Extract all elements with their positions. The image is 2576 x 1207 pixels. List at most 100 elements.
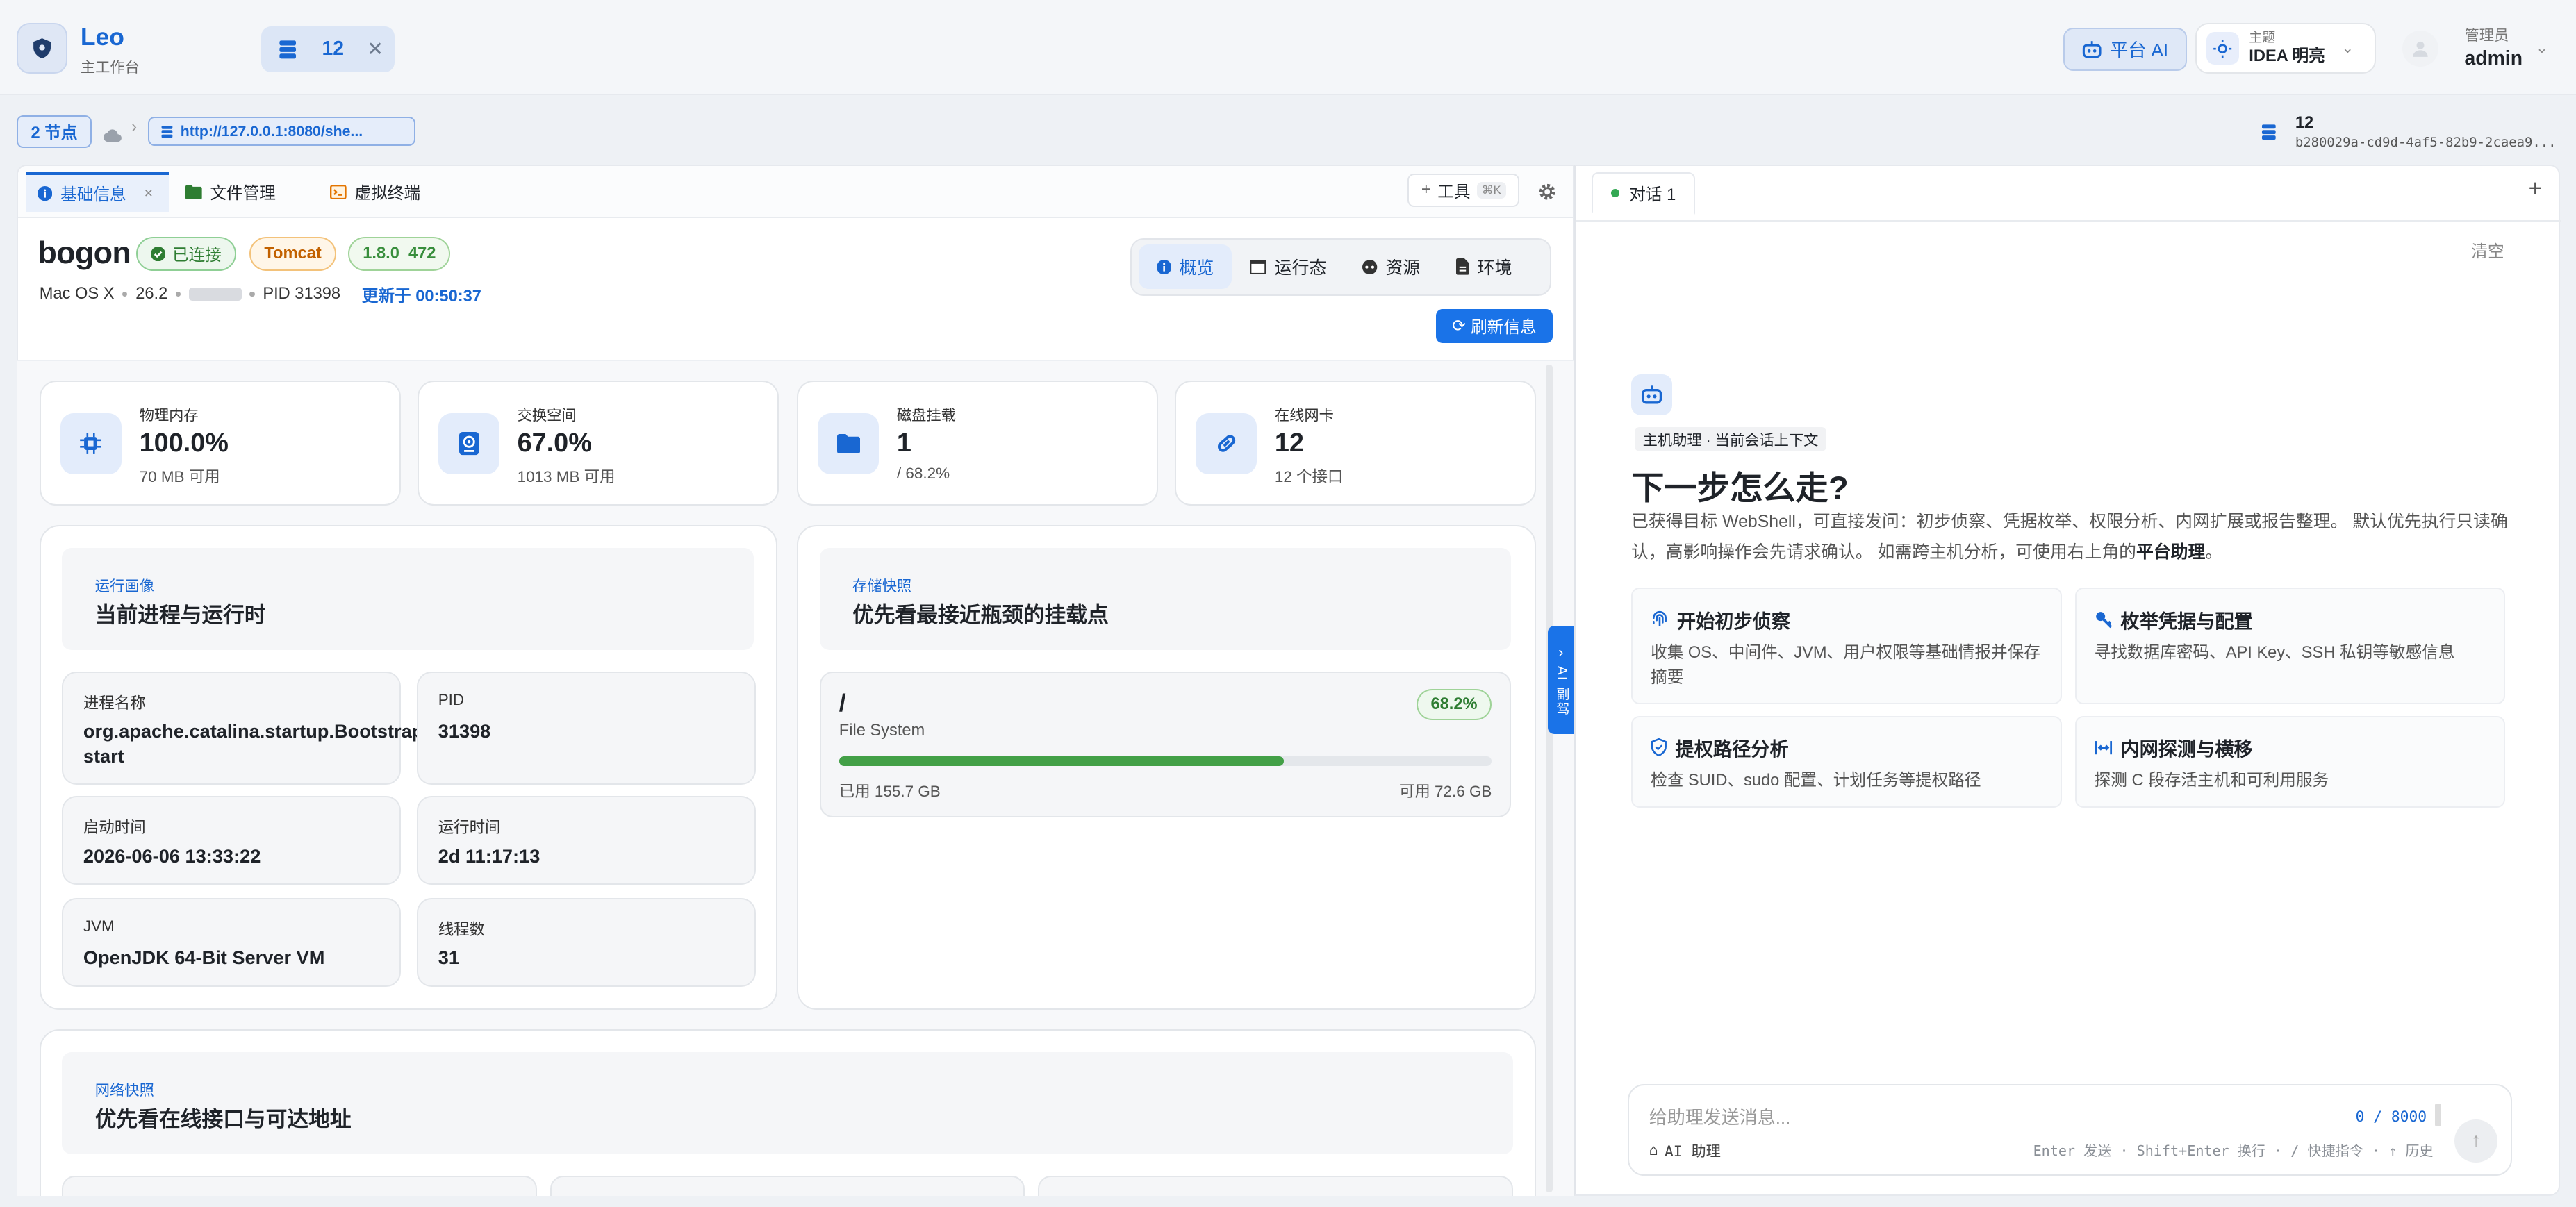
gear-icon[interactable] (1537, 178, 1557, 208)
chat-tab[interactable]: 对话 1 (1592, 172, 1696, 215)
session-close-icon[interactable]: ✕ (367, 38, 383, 61)
theme-value: IDEA 明亮 (2249, 47, 2325, 65)
terminal-icon (329, 184, 347, 199)
tab-basic-info[interactable]: 基础信息 × (26, 172, 170, 212)
stat-label: 在线网卡 (1274, 407, 1334, 424)
disk-free: 可用 72.6 GB (1398, 783, 1492, 801)
suggestion-desc: 寻找数据库密码、API Key、SSH 私钥等敏感信息 (2094, 643, 2455, 662)
suggestion-title: 内网探测与横移 (2120, 738, 2253, 760)
field-value: 2026-06-06 13:33:22 (83, 844, 261, 867)
tab-file-manager[interactable]: 文件管理 (174, 172, 287, 212)
stat-label: 物理内存 (139, 407, 199, 424)
pid-text: PID 31398 (263, 285, 341, 303)
theme-selector[interactable]: 主题 IDEA 明亮 ⌄ (2195, 23, 2376, 74)
suggestion-lateral[interactable]: 内网探测与横移 探测 C 段存活主机和可利用服务 (2074, 715, 2506, 808)
field-start-time: 启动时间 2026-06-06 13:33:22 (62, 796, 401, 885)
suggestion-credentials[interactable]: 枚举凭据与配置 寻找数据库密码、API Key、SSH 私钥等敏感信息 (2074, 588, 2506, 705)
suggestion-recon[interactable]: 开始初步侦察 收集 OS、中间件、JVM、用户权限等基础情报并保存摘要 (1631, 588, 2062, 705)
stat-value: 100.0% (139, 428, 229, 458)
view-resources[interactable]: 资源 (1344, 244, 1438, 289)
key-icon (2095, 612, 2112, 629)
user-role: 管理员 (2464, 27, 2509, 44)
chevron-right-icon: › (1558, 643, 1565, 660)
stat-sub: / 68.2% (896, 464, 950, 482)
os-name: Mac OS X (39, 285, 115, 303)
file-icon (1456, 258, 1469, 276)
session-tab[interactable]: 12 ✕ (261, 26, 395, 73)
window-icon (1250, 259, 1266, 274)
overview-content: 物理内存 100.0% 70 MB 可用 交换空间 67.0% 1013 MB … (16, 359, 1574, 1196)
view-runtime[interactable]: 运行态 (1232, 244, 1344, 289)
tab-virtual-terminal[interactable]: 虚拟终端 (318, 172, 431, 212)
clear-chat-button[interactable]: 清空 (2471, 238, 2504, 262)
send-arrow-icon[interactable]: ↑ (2454, 1119, 2497, 1163)
folder-icon (185, 185, 202, 199)
scrollbar[interactable] (1546, 365, 1553, 1192)
field-label: PID (438, 690, 465, 708)
session-id: 12 (2295, 113, 2314, 132)
view-environment[interactable]: 环境 (1438, 244, 1530, 289)
suggestion-privesc[interactable]: 提权路径分析 检查 SUID、sudo 配置、计划任务等提权路径 (1631, 715, 2062, 808)
ai-copilot-toggle[interactable]: › AI 副驾 (1547, 626, 1576, 735)
network-item (1038, 1175, 1513, 1196)
platform-assistant-link[interactable]: 平台助理 (2136, 543, 2205, 562)
assistant-mode[interactable]: ⌂ AI 助理 (1649, 1140, 1721, 1161)
field-label: JVM (83, 917, 115, 935)
url-text: http://127.0.0.1:8080/she... (180, 122, 363, 140)
tools-label: 工具 (1437, 183, 1471, 201)
tab-bar: 基础信息 × 文件管理 虚拟终端 + 工具 ⌘K (17, 165, 1573, 219)
chevron-down-icon: ⌄ (2535, 40, 2548, 57)
check-circle-icon (151, 246, 166, 262)
add-chat-button[interactable]: + (2529, 176, 2542, 202)
app-title: Leo (80, 23, 124, 51)
user-name: admin (2464, 47, 2523, 69)
tab-divider (1575, 219, 2561, 222)
robot-icon (1631, 374, 1673, 415)
separator-dot (249, 292, 255, 297)
separator-dot (176, 292, 181, 297)
keyboard-hints: Enter 发送 · Shift+Enter 换行 · / 快捷指令 · ↑ 历… (2033, 1142, 2434, 1159)
card-title: 优先看在线接口与可达地址 (94, 1107, 352, 1132)
session-uuid: b280029a-cd9d-4af5-82b9-2caea9... (2295, 136, 2557, 150)
fingerprint-icon (1653, 610, 1667, 626)
info-icon (1156, 259, 1171, 274)
mount-percent-badge: 68.2% (1416, 689, 1492, 721)
tab-label: 基础信息 (60, 186, 126, 205)
plus-icon: + (1421, 181, 1431, 199)
server-icon (161, 125, 173, 138)
shield-icon (1651, 738, 1667, 757)
user-menu[interactable]: 管理员 admin ⌄ (2402, 23, 2557, 74)
app-subtitle: 主工作台 (80, 59, 140, 76)
tab-close-icon[interactable]: × (145, 185, 153, 202)
nodes-badge[interactable]: 2 节点 (16, 115, 92, 148)
hard-drive-icon (438, 413, 499, 474)
app-logo-icon[interactable] (16, 23, 67, 74)
status-text: 已连接 (172, 247, 222, 265)
disk-usage-bar (839, 756, 1492, 767)
field-label: 运行时间 (438, 819, 501, 837)
java-version-badge: 1.8.0_472 (348, 236, 451, 272)
stat-memory: 物理内存 100.0% 70 MB 可用 (39, 381, 402, 506)
redacted-block (188, 288, 242, 301)
view-overview[interactable]: 概览 (1138, 244, 1232, 290)
runtime-card: 运行画像 当前进程与运行时 进程名称 org.apache.catalina.s… (39, 525, 777, 1010)
field-process-name: 进程名称 org.apache.catalina.startup.Bootstr… (62, 671, 423, 785)
card-kicker: 存储快照 (852, 577, 912, 594)
server-badge: Tomcat (249, 236, 336, 272)
stat-sub: 12 个接口 (1274, 467, 1344, 485)
card-title: 优先看最接近瓶颈的挂载点 (852, 603, 1109, 628)
top-bar: Leo 主工作台 12 ✕ 平台 AI 主题 IDEA 明亮 ⌄ 管理员 adm… (0, 0, 2576, 96)
chat-input[interactable]: 给助理发送消息... (1649, 1104, 1791, 1129)
breadcrumb-url[interactable]: http://127.0.0.1:8080/she... (147, 116, 416, 147)
tools-button[interactable]: + 工具 ⌘K (1407, 174, 1520, 207)
card-kicker: 运行画像 (94, 577, 154, 594)
resize-handle[interactable] (2434, 1103, 2442, 1126)
refresh-button[interactable]: ⟳ 刷新信息 (1436, 308, 1553, 344)
stat-disk: 磁盘挂载 1 / 68.2% (797, 381, 1159, 506)
suggestion-title: 提权路径分析 (1675, 738, 1789, 760)
refresh-icon: ⟳ (1452, 317, 1467, 335)
chip-icon (60, 413, 122, 474)
view-label: 环境 (1477, 259, 1512, 278)
platform-ai-button[interactable]: 平台 AI (2063, 28, 2187, 71)
field-label: 进程名称 (83, 694, 146, 712)
